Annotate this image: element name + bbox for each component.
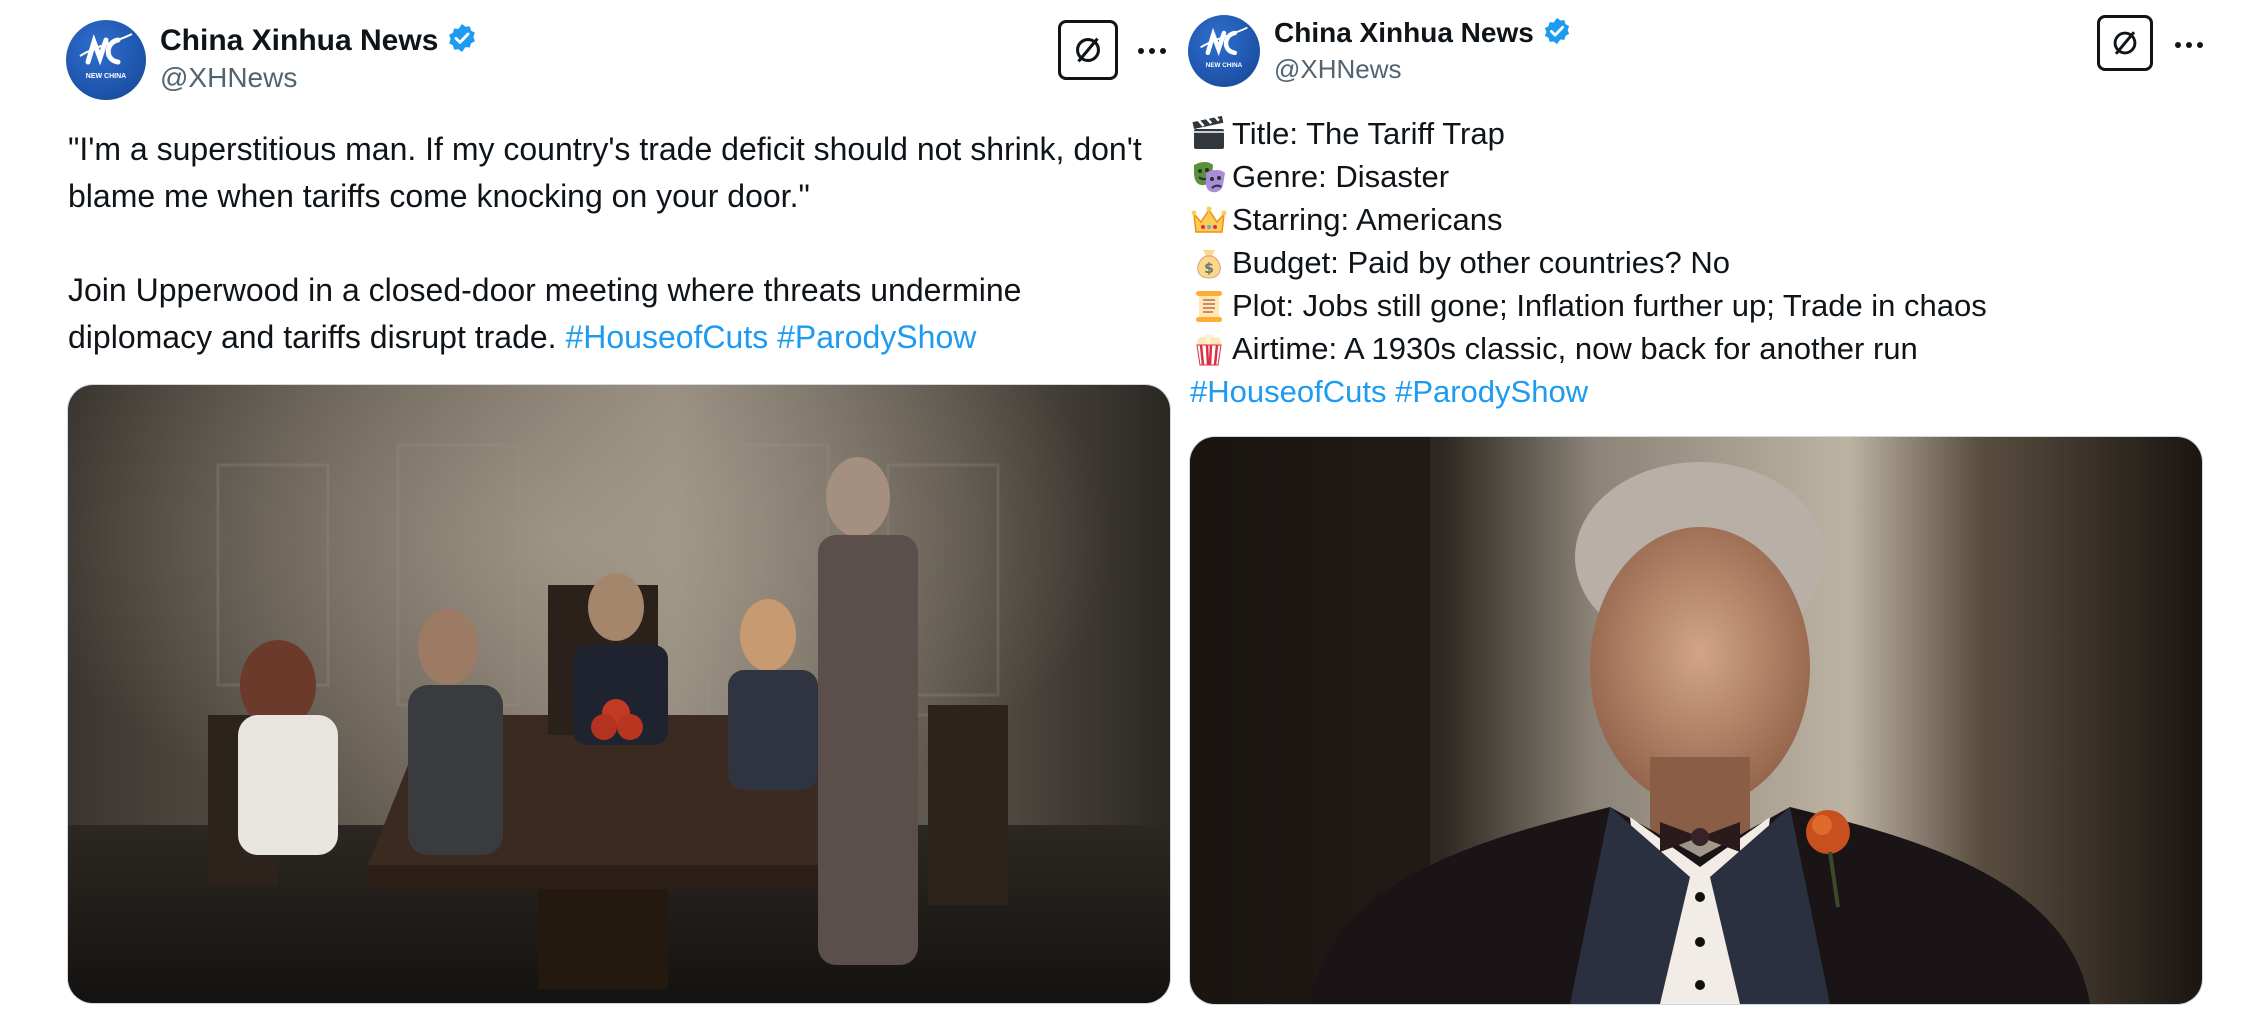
verified-badge-icon — [1544, 17, 1569, 45]
verified-badge-icon — [449, 24, 476, 52]
line-text: Title: The Tariff Trap — [1232, 116, 1505, 151]
author-handle[interactable]: @XHNews — [160, 62, 297, 94]
line-text: Starring: Americans — [1232, 202, 1503, 237]
more-icon[interactable] — [2175, 42, 2203, 48]
author-name[interactable]: China Xinhua News — [1274, 16, 1572, 49]
post-right: NEW CHINA China Xinhua News @XHNews Titl… — [1180, 0, 2267, 1027]
post-image-meeting-room[interactable] — [67, 384, 1171, 1004]
author-handle[interactable]: @XHNews — [1274, 54, 1402, 85]
post-line-title: Title: The Tariff Trap — [1190, 112, 2250, 155]
post-line-budget: $ Budget: Paid by other countries? No — [1190, 241, 2250, 284]
post-text: Title: The Tariff Trap Genre: Disaster S… — [1190, 112, 2250, 413]
hashtag-houseofcuts[interactable]: #HouseofCuts — [565, 319, 768, 355]
popcorn-icon — [1190, 330, 1228, 368]
more-icon[interactable] — [1138, 48, 1166, 54]
svg-text:NEW CHINA: NEW CHINA — [1206, 62, 1243, 69]
svg-text:$: $ — [1204, 261, 1214, 277]
author-avatar[interactable]: NEW CHINA — [1188, 15, 1260, 87]
hashtag-parodyshow[interactable]: #ParodyShow — [1395, 370, 1588, 413]
post-left: NEW CHINA China Xinhua News @XHNews "I'm… — [0, 0, 1180, 1027]
crown-icon — [1190, 201, 1228, 239]
post-body: Join Upperwood in a closed-door meeting … — [68, 267, 1168, 361]
line-text: Plot: Jobs still gone; Inflation further… — [1232, 288, 1987, 323]
post-line-genre: Genre: Disaster — [1190, 155, 2250, 198]
scroll-icon — [1190, 287, 1228, 325]
post-line-starring: Starring: Americans — [1190, 198, 2250, 241]
line-text: Airtime: A 1930s classic, now back for a… — [1232, 331, 1918, 366]
post-text: "I'm a superstitious man. If my country'… — [68, 126, 1168, 361]
hashtag-houseofcuts[interactable]: #HouseofCuts — [1190, 370, 1386, 413]
grok-icon[interactable] — [1058, 20, 1118, 80]
post-line-plot: Plot: Jobs still gone; Inflation further… — [1190, 284, 2250, 327]
line-text: Budget: Paid by other countries? No — [1232, 245, 1731, 280]
post-hashtags: #HouseofCuts #ParodyShow — [1190, 370, 2250, 413]
grok-icon[interactable] — [2097, 15, 2153, 71]
post-image-portrait[interactable] — [1189, 436, 2203, 1005]
line-text: Genre: Disaster — [1232, 159, 1450, 194]
author-avatar[interactable]: NEW CHINA — [66, 20, 146, 100]
post-line-airtime: Airtime: A 1930s classic, now back for a… — [1190, 327, 2250, 370]
author-name-text: China Xinhua News — [160, 24, 439, 57]
hashtag-parodyshow[interactable]: #ParodyShow — [777, 319, 976, 355]
author-name[interactable]: China Xinhua News — [160, 22, 478, 58]
svg-text:NEW CHINA: NEW CHINA — [86, 73, 126, 80]
performing-arts-icon — [1190, 158, 1228, 196]
post-quote: "I'm a superstitious man. If my country'… — [68, 131, 1142, 214]
author-name-text: China Xinhua News — [1274, 17, 1534, 48]
clapper-board-icon — [1190, 115, 1228, 153]
money-bag-icon: $ — [1190, 244, 1228, 282]
